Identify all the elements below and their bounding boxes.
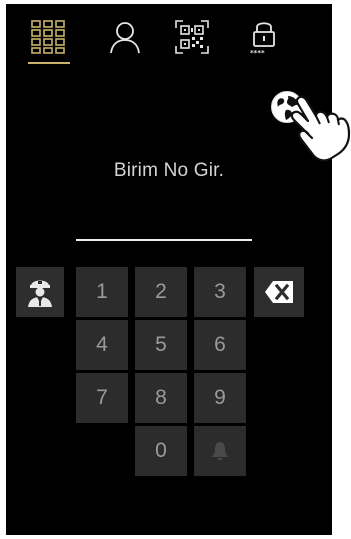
key-4[interactable]: 4 xyxy=(76,320,128,370)
bell-icon xyxy=(212,442,228,460)
unit-number-input-line[interactable] xyxy=(76,239,252,241)
prompt-text: Birim No Gir. xyxy=(113,160,225,181)
concierge-button[interactable] xyxy=(16,267,64,317)
key-3[interactable]: 3 xyxy=(194,267,246,317)
intercom-screen: **** Birim No Gir. 1 2 3 4 5 6 7 8 9 0 xyxy=(6,4,332,535)
concierge-icon xyxy=(28,280,52,307)
user-icon xyxy=(110,22,140,54)
key-8[interactable]: 8 xyxy=(135,373,187,423)
pointing-hand-icon xyxy=(290,95,351,162)
keypad-grid-icon xyxy=(31,20,65,54)
active-tab-indicator xyxy=(28,62,70,64)
backspace-icon xyxy=(265,281,293,303)
key-1[interactable]: 1 xyxy=(76,267,128,317)
lock-password-icon: **** xyxy=(250,22,275,56)
backspace-button[interactable] xyxy=(254,267,304,317)
tab-contacts[interactable] xyxy=(103,14,147,60)
tab-qr-code[interactable] xyxy=(170,14,214,60)
tab-password[interactable]: **** xyxy=(242,14,286,60)
qr-code-icon xyxy=(175,20,209,54)
key-7[interactable]: 7 xyxy=(76,373,128,423)
svg-text:****: **** xyxy=(250,49,265,56)
bell-button[interactable] xyxy=(194,426,246,476)
key-2[interactable]: 2 xyxy=(135,267,187,317)
key-6[interactable]: 6 xyxy=(194,320,246,370)
key-9[interactable]: 9 xyxy=(194,373,246,423)
key-0[interactable]: 0 xyxy=(135,426,187,476)
key-5[interactable]: 5 xyxy=(135,320,187,370)
tab-keypad[interactable] xyxy=(26,14,70,60)
